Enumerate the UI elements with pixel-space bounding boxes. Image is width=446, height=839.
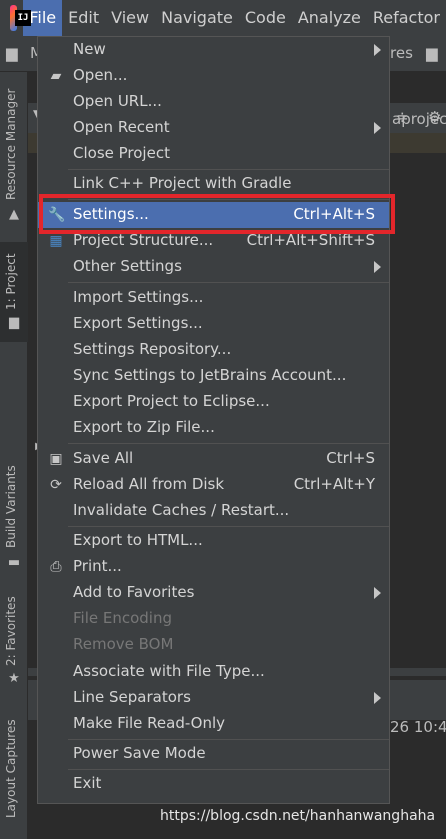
tool-tab-project[interactable]: 1: Project [4, 253, 18, 310]
watermark-url: https://blog.csdn.net/hanhanwanghaha [160, 808, 436, 824]
menu-item-make-read-only[interactable]: Make File Read-Only [38, 711, 389, 737]
menu-item-label: Link C++ Project with Gradle [73, 174, 292, 192]
menu-item-label: New [73, 40, 106, 58]
menu-item-label: Save All [73, 449, 134, 467]
menu-item-label: Close Project [73, 144, 170, 162]
intellij-app-icon: IJ [10, 5, 31, 31]
save-icon: ▣ [49, 451, 63, 467]
menu-item-shortcut: Ctrl+S [326, 449, 375, 467]
menu-refactor[interactable]: Refactor [367, 0, 446, 36]
menu-item-label: Reload All from Disk [73, 475, 225, 493]
menu-item-other-settings[interactable]: Other Settings [38, 254, 389, 280]
menu-item-remove-bom: Remove BOM [38, 632, 389, 658]
submenu-arrow-icon [374, 122, 381, 134]
menu-item-exit[interactable]: Exit [38, 771, 389, 797]
menu-item-label: Other Settings [73, 257, 182, 275]
menu-view[interactable]: View [105, 0, 155, 36]
menu-item-label: Open Recent [73, 118, 170, 136]
menu-navigate[interactable]: Navigate [155, 0, 239, 36]
menu-item-open[interactable]: ▰ Open... [38, 63, 389, 89]
menu-item-print[interactable]: ⎙ Print... [38, 554, 389, 580]
menu-item-label: Export Settings... [73, 314, 203, 332]
file-menu-dropdown: New ▰ Open... Open URL... Open Recent Cl… [37, 36, 390, 804]
menu-separator [68, 169, 389, 170]
project-tree-text: aproject [392, 110, 446, 128]
red-highlight-annotation [39, 194, 395, 234]
menu-item-open-url[interactable]: Open URL... [38, 89, 389, 115]
resource-manager-icon[interactable]: ▲ [6, 208, 22, 222]
menu-item-label: Invalidate Caches / Restart... [73, 501, 290, 519]
menu-item-shortcut: Ctrl+Alt+Y [293, 475, 375, 493]
submenu-arrow-icon [374, 44, 381, 56]
build-variants-icon[interactable]: ▬ [6, 556, 22, 570]
submenu-arrow-icon [374, 261, 381, 273]
menu-item-label: Exit [73, 774, 102, 792]
menu-item-label: Settings Repository... [73, 340, 232, 358]
main-menu-bar: IJ File Edit View Navigate Code Analyze … [0, 0, 446, 36]
menu-item-label: Remove BOM [73, 635, 174, 653]
menu-code[interactable]: Code [239, 0, 292, 36]
menu-item-line-separators[interactable]: Line Separators [38, 685, 389, 711]
menu-item-label: Line Separators [73, 688, 191, 706]
menu-item-close-project[interactable]: Close Project [38, 141, 389, 167]
menu-item-label: Open... [73, 66, 128, 84]
project-structure-icon: ▦ [49, 233, 63, 249]
menu-item-label: File Encoding [73, 609, 172, 627]
breadcrumb-folder-icon-right: ▆ [426, 44, 438, 62]
menu-separator [68, 739, 389, 740]
menu-item-label: Export to Zip File... [73, 418, 215, 436]
menu-separator [68, 526, 389, 527]
print-icon: ⎙ [50, 559, 62, 575]
menu-item-export-settings[interactable]: Export Settings... [38, 311, 389, 337]
event-log-time: 26 10:47 [390, 718, 446, 736]
menu-item-label: Make File Read-Only [73, 714, 226, 732]
menu-item-settings-repository[interactable]: Settings Repository... [38, 337, 389, 363]
favorites-star-icon[interactable]: ★ [6, 672, 22, 686]
tool-tab-resource-manager[interactable]: Resource Manager [4, 89, 18, 200]
menu-analyze[interactable]: Analyze [292, 0, 367, 36]
menu-separator [68, 282, 389, 283]
menu-item-label: Sync Settings to JetBrains Account... [73, 366, 347, 384]
breadcrumb-folder-icon: ▆ [6, 44, 18, 62]
submenu-arrow-icon [374, 587, 381, 599]
breadcrumb-right[interactable]: res [390, 44, 413, 62]
app-icon-letters: IJ [15, 10, 31, 26]
menu-item-import-settings[interactable]: Import Settings... [38, 285, 389, 311]
menu-item-label: Add to Favorites [73, 583, 195, 601]
menu-item-label: Print... [73, 557, 122, 575]
menu-item-add-to-favorites[interactable]: Add to Favorites [38, 580, 389, 606]
menu-item-save-all[interactable]: ▣ Save All Ctrl+S [38, 446, 389, 472]
folder-open-icon: ▰ [50, 68, 62, 84]
menu-item-new[interactable]: New [38, 37, 389, 63]
menu-item-sync-settings[interactable]: Sync Settings to JetBrains Account... [38, 363, 389, 389]
menu-edit[interactable]: Edit [62, 0, 105, 36]
menu-item-label: Export Project to Eclipse... [73, 392, 270, 410]
project-folder-icon[interactable]: ▆ [6, 316, 22, 330]
reload-icon: ⟳ [50, 477, 62, 493]
menu-item-power-save-mode[interactable]: Power Save Mode [38, 741, 389, 767]
tool-tab-favorites[interactable]: 2: Favorites [4, 596, 18, 666]
menu-item-label: Associate with File Type... [73, 662, 265, 680]
menu-item-associate-file-type[interactable]: Associate with File Type... [38, 659, 389, 685]
submenu-arrow-icon [374, 692, 381, 704]
menu-item-label: Open URL... [73, 92, 162, 110]
tool-tab-layout-captures[interactable]: Layout Captures [4, 719, 18, 818]
menu-item-label: Export to HTML... [73, 531, 203, 549]
menu-separator [68, 769, 389, 770]
menu-separator [68, 443, 389, 444]
menu-item-open-recent[interactable]: Open Recent [38, 115, 389, 141]
menu-item-export-zip[interactable]: Export to Zip File... [38, 415, 389, 441]
menu-item-reload-all[interactable]: ⟳ Reload All from Disk Ctrl+Alt+Y [38, 472, 389, 498]
menu-item-file-encoding: File Encoding [38, 606, 389, 632]
menu-item-label: Power Save Mode [73, 744, 206, 762]
menu-item-export-html[interactable]: Export to HTML... [38, 528, 389, 554]
tool-tab-build-variants[interactable]: Build Variants [4, 465, 18, 548]
menu-item-invalidate-caches[interactable]: Invalidate Caches / Restart... [38, 498, 389, 524]
menu-item-label: Import Settings... [73, 288, 204, 306]
menu-item-export-eclipse[interactable]: Export Project to Eclipse... [38, 389, 389, 415]
